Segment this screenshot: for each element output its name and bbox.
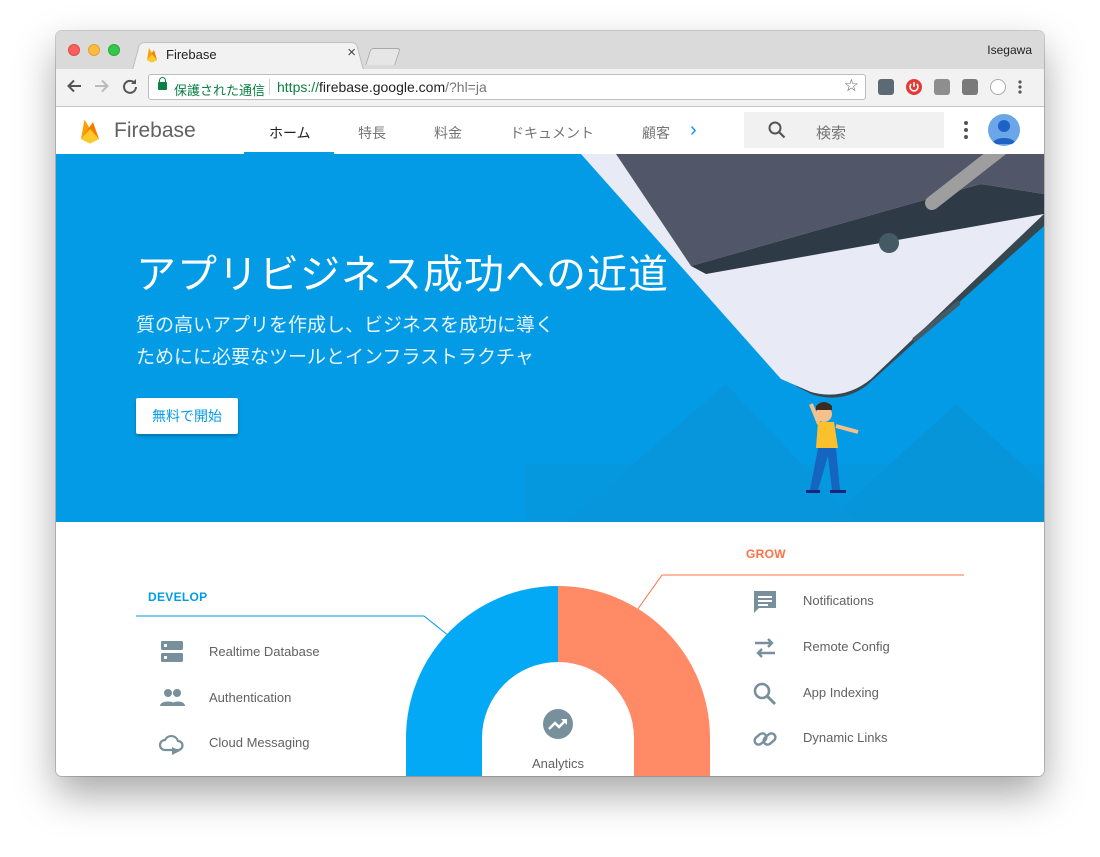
firebase-favicon-icon: [147, 48, 157, 63]
brand-name[interactable]: Firebase: [114, 119, 196, 143]
tab-home[interactable]: ホーム: [269, 123, 311, 143]
hero-subtitle-line2: ためにに必要なツールとインフラストラクチャ: [136, 347, 534, 368]
tab-title: Firebase: [166, 47, 217, 62]
browser-menu-icon[interactable]: [1018, 79, 1022, 95]
people-icon: [160, 689, 185, 706]
app-index-search-icon: [753, 682, 777, 706]
url-text[interactable]: https://firebase.google.com/?hl=ja: [277, 79, 487, 95]
tab-features[interactable]: 特長: [358, 123, 386, 143]
hero-banner: アプリビジネス成功への近道 質の高いアプリを作成し、ビジネスを成功に導く ために…: [56, 154, 1044, 522]
url-scheme: https://: [277, 79, 320, 95]
tab-pricing[interactable]: 料金: [434, 123, 462, 143]
tab-close-icon[interactable]: ×: [347, 45, 356, 61]
profile-name[interactable]: Isegawa: [987, 43, 1032, 57]
pocket-extension-icon[interactable]: [934, 79, 950, 95]
url-host: firebase.google.com: [319, 79, 446, 95]
tab-docs[interactable]: ドキュメント: [510, 123, 594, 143]
feature-authentication[interactable]: Authentication: [209, 690, 291, 705]
power-extension-icon[interactable]: [906, 79, 922, 95]
link-icon: [753, 732, 777, 746]
omnibox-divider: [269, 79, 270, 95]
feature-notifications[interactable]: Notifications: [803, 593, 874, 608]
browser-toolbar: 保護された通信 https://firebase.google.com/?hl=…: [56, 69, 1044, 107]
site-search[interactable]: 検索: [744, 112, 944, 148]
hero-title: アプリビジネス成功への近道: [136, 253, 669, 297]
zoom-window-button[interactable]: [108, 44, 120, 56]
feature-realtime-database[interactable]: Realtime Database: [209, 644, 320, 659]
back-arrow-icon[interactable]: [64, 77, 84, 97]
url-path: /?hl=ja: [445, 79, 487, 95]
secure-connection-label[interactable]: 保護された通信: [174, 80, 265, 99]
get-started-button[interactable]: 無料で開始: [136, 398, 238, 434]
feature-app-indexing[interactable]: App Indexing: [803, 685, 879, 700]
bookmark-star-icon[interactable]: ☆: [844, 76, 859, 96]
analytics-trend-icon: [543, 709, 573, 739]
lock-icon: [158, 77, 167, 90]
forward-arrow-icon[interactable]: [92, 77, 112, 97]
message-icon: [754, 591, 776, 613]
site-header: Firebase ホーム 特長 料金 ドキュメント 顧客 › 検索: [56, 107, 1044, 154]
search-icon: [768, 121, 786, 139]
reload-icon[interactable]: [120, 77, 140, 97]
database-icon: [161, 641, 183, 662]
hero-subtitle-line1: 質の高いアプリを作成し、ビジネスを成功に導く: [136, 315, 555, 336]
site-overflow-menu-icon[interactable]: [964, 121, 968, 139]
minimize-window-button[interactable]: [88, 44, 100, 56]
feature-dynamic-links[interactable]: Dynamic Links: [803, 730, 888, 745]
code-extension-icon[interactable]: [990, 79, 1006, 95]
feature-cloud-messaging[interactable]: Cloud Messaging: [209, 735, 309, 750]
keep-extension-icon[interactable]: [962, 79, 978, 95]
phone-illustration: [526, 154, 1044, 522]
feature-remote-config[interactable]: Remote Config: [803, 639, 890, 654]
analytics-label[interactable]: Analytics: [532, 756, 584, 771]
search-placeholder: 検索: [816, 125, 847, 142]
address-bar[interactable]: 保護された通信 https://firebase.google.com/?hl=…: [148, 74, 866, 100]
hero-subtitle: 質の高いアプリを作成し、ビジネスを成功に導く ためにに必要なツールとインフラスト…: [136, 310, 554, 374]
features-section: DEVELOP GROW Realtime Database Authentic…: [56, 522, 1044, 776]
new-tab-button[interactable]: [365, 48, 401, 65]
avatar[interactable]: [988, 114, 1020, 146]
develop-label: DEVELOP: [148, 590, 208, 604]
tab-customers[interactable]: 顧客: [642, 123, 670, 143]
nav-more-chevron-icon[interactable]: ›: [690, 119, 697, 142]
evernote-extension-icon[interactable]: [878, 79, 894, 95]
grow-label: GROW: [746, 547, 786, 561]
cloud-message-icon: [158, 734, 184, 755]
swap-arrows-icon: [755, 638, 775, 658]
browser-window: Firebase × Isegawa 保護された通信 https://fireb…: [56, 31, 1044, 776]
tab-strip: Firebase × Isegawa: [56, 31, 1044, 70]
close-window-button[interactable]: [68, 44, 80, 56]
firebase-logo-icon[interactable]: [80, 118, 100, 144]
